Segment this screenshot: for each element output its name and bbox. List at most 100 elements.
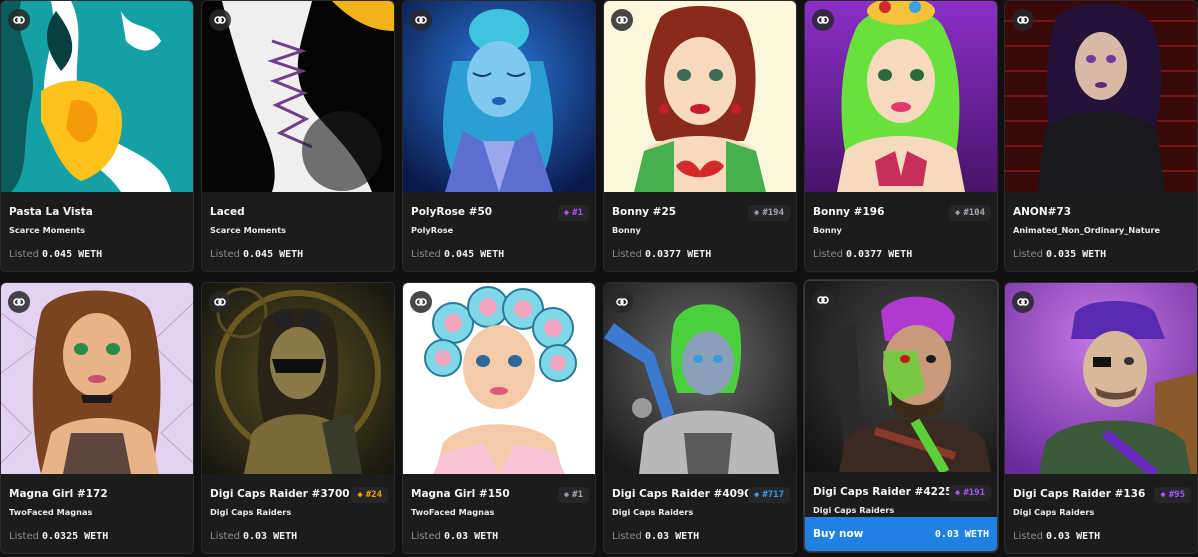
listed-price: Listed 0.0377 WETH [813,249,912,260]
nft-card[interactable]: Digi Caps Raider #4090 ◆ #717 Digi Caps R… [603,282,797,554]
gem-icon: ◆ [1160,490,1166,500]
chain-icon [611,291,633,313]
price-value: 0.03 WETH [1045,531,1101,542]
nft-name: Digi Caps Raider #136 [1013,488,1146,500]
collection-name[interactable]: Scarce Moments [9,225,85,235]
collection-name[interactable]: Scarce Moments [210,225,286,235]
price-value: 0.0377 WETH [845,249,913,260]
nft-card[interactable]: Digi Caps Raider #4225 ◆ #191 Digi Caps R… [804,280,998,552]
nft-artwork[interactable] [403,1,595,192]
rarity-rank: #717 [762,490,784,500]
price-value: 0.045 WETH [242,249,304,260]
gem-icon: ◆ [954,488,961,498]
gem-icon: ◆ [563,208,570,218]
price-label: Listed [1013,531,1043,542]
gem-icon: ◆ [954,208,961,218]
chain-icon [8,9,30,31]
nft-artwork[interactable] [805,1,997,192]
nft-name: Magna Girl #150 [411,488,510,500]
nft-card[interactable]: Magna Girl #172 TwoFaced Magnas Listed 0.… [0,282,194,554]
nft-card[interactable]: Digi Caps Raider #136 ◆ #95 Digi Caps Rai… [1004,282,1198,554]
chain-icon [410,291,432,313]
rarity-rank: #95 [1168,490,1185,500]
chain-icon [1012,291,1034,313]
rarity-rank: #194 [762,208,784,218]
listed-price: Listed 0.03 WETH [612,531,699,542]
collection-name[interactable]: Bonny [612,225,641,235]
nft-artwork[interactable] [202,283,394,474]
rarity-rank: #1 [572,490,583,500]
gem-icon: ◆ [357,490,363,500]
listed-price: Listed 0.0377 WETH [612,249,711,260]
nft-card[interactable]: Bonny #25 ◆ #194 Bonny Listed 0.0377 WETH [603,0,797,272]
nft-name: Laced [210,206,245,218]
collection-name[interactable]: Digi Caps Raiders [612,507,693,517]
nft-artwork[interactable] [1005,1,1197,192]
gem-icon: ◆ [753,490,760,500]
rarity-rank: #24 [365,490,382,500]
nft-name: Bonny #196 [813,206,885,218]
listed-price: Listed 0.03 WETH [210,531,297,542]
nft-card[interactable]: Pasta La Vista Scarce Moments Listed 0.04… [0,0,194,272]
collection-name[interactable]: TwoFaced Magnas [9,507,92,517]
listed-price: Listed 0.0325 WETH [9,531,108,542]
price-label: Listed [612,531,642,542]
nft-artwork[interactable] [202,1,394,192]
chain-icon [1012,9,1034,31]
rarity-rank-badge: ◆ #104 [948,205,991,221]
collection-name[interactable]: Digi Caps Raiders [1013,507,1094,517]
nft-artwork[interactable] [1,1,193,192]
nft-artwork[interactable] [1005,283,1197,474]
price-label: Listed [9,249,39,260]
price-value: 0.03 WETH [644,531,700,542]
nft-name: Bonny #25 [612,206,677,218]
listed-price: Listed 0.045 WETH [9,249,102,260]
listed-price: Listed 0.045 WETH [411,249,504,260]
chain-icon [209,291,231,313]
collection-name[interactable]: TwoFaced Magnas [411,507,494,517]
rarity-rank-badge: ◆ #717 [747,487,790,503]
price-label: Listed [9,531,39,542]
nft-artwork[interactable] [1,283,193,474]
listed-price: Listed 0.03 WETH [1013,531,1100,542]
price-label: Listed [1013,249,1043,260]
buy-now-button[interactable]: Buy now 0.03 WETH [805,517,997,551]
rarity-rank-badge: ◆ #24 [351,487,388,503]
rarity-rank: #104 [963,208,985,218]
collection-name[interactable]: Digi Caps Raiders [210,507,291,517]
rarity-rank: #1 [572,208,583,218]
price-value: 0.045 WETH [443,249,505,260]
chain-icon [611,9,633,31]
gem-icon: ◆ [753,208,760,218]
nft-artwork[interactable] [604,283,796,474]
buy-now-price: 0.03 WETH [934,528,989,540]
chain-icon [410,9,432,31]
nft-card[interactable]: Bonny #196 ◆ #104 Bonny Listed 0.0377 WETH [804,0,998,272]
nft-name: Magna Girl #172 [9,488,108,500]
rarity-rank-badge: ◆ #191 [948,485,991,501]
price-value: 0.03 WETH [242,531,298,542]
nft-name: Digi Caps Raider #3700 [210,488,350,500]
nft-card[interactable]: ANON#73 Animated_Non_Ordinary_Nature Lis… [1004,0,1198,272]
collection-name[interactable]: PolyRose [411,225,453,235]
price-value: 0.035 WETH [1045,249,1107,260]
chain-icon [8,291,30,313]
nft-card[interactable]: PolyRose #50 ◆ #1 PolyRose Listed 0.045 WE… [402,0,596,272]
rarity-rank-badge: ◆ #95 [1154,487,1191,503]
chain-icon [209,9,231,31]
nft-name: Pasta La Vista [9,206,93,218]
price-label: Listed [210,249,240,260]
nft-card[interactable]: Digi Caps Raider #3700 ◆ #24 Digi Caps Ra… [201,282,395,554]
nft-card[interactable]: Laced Scarce Moments Listed 0.045 WETH [201,0,395,272]
price-value: 0.0325 WETH [41,531,109,542]
rarity-rank: #191 [963,488,985,498]
nft-artwork[interactable] [403,283,595,474]
nft-name: Digi Caps Raider #4225 [813,486,953,498]
nft-artwork[interactable] [604,1,796,192]
nft-artwork[interactable] [805,281,997,472]
collection-name[interactable]: Digi Caps Raiders [813,505,894,515]
nft-card[interactable]: Magna Girl #150 ◆ #1 TwoFaced Magnas List… [402,282,596,554]
collection-name[interactable]: Bonny [813,225,842,235]
price-value: 0.045 WETH [41,249,103,260]
collection-name[interactable]: Animated_Non_Ordinary_Nature [1013,225,1160,235]
